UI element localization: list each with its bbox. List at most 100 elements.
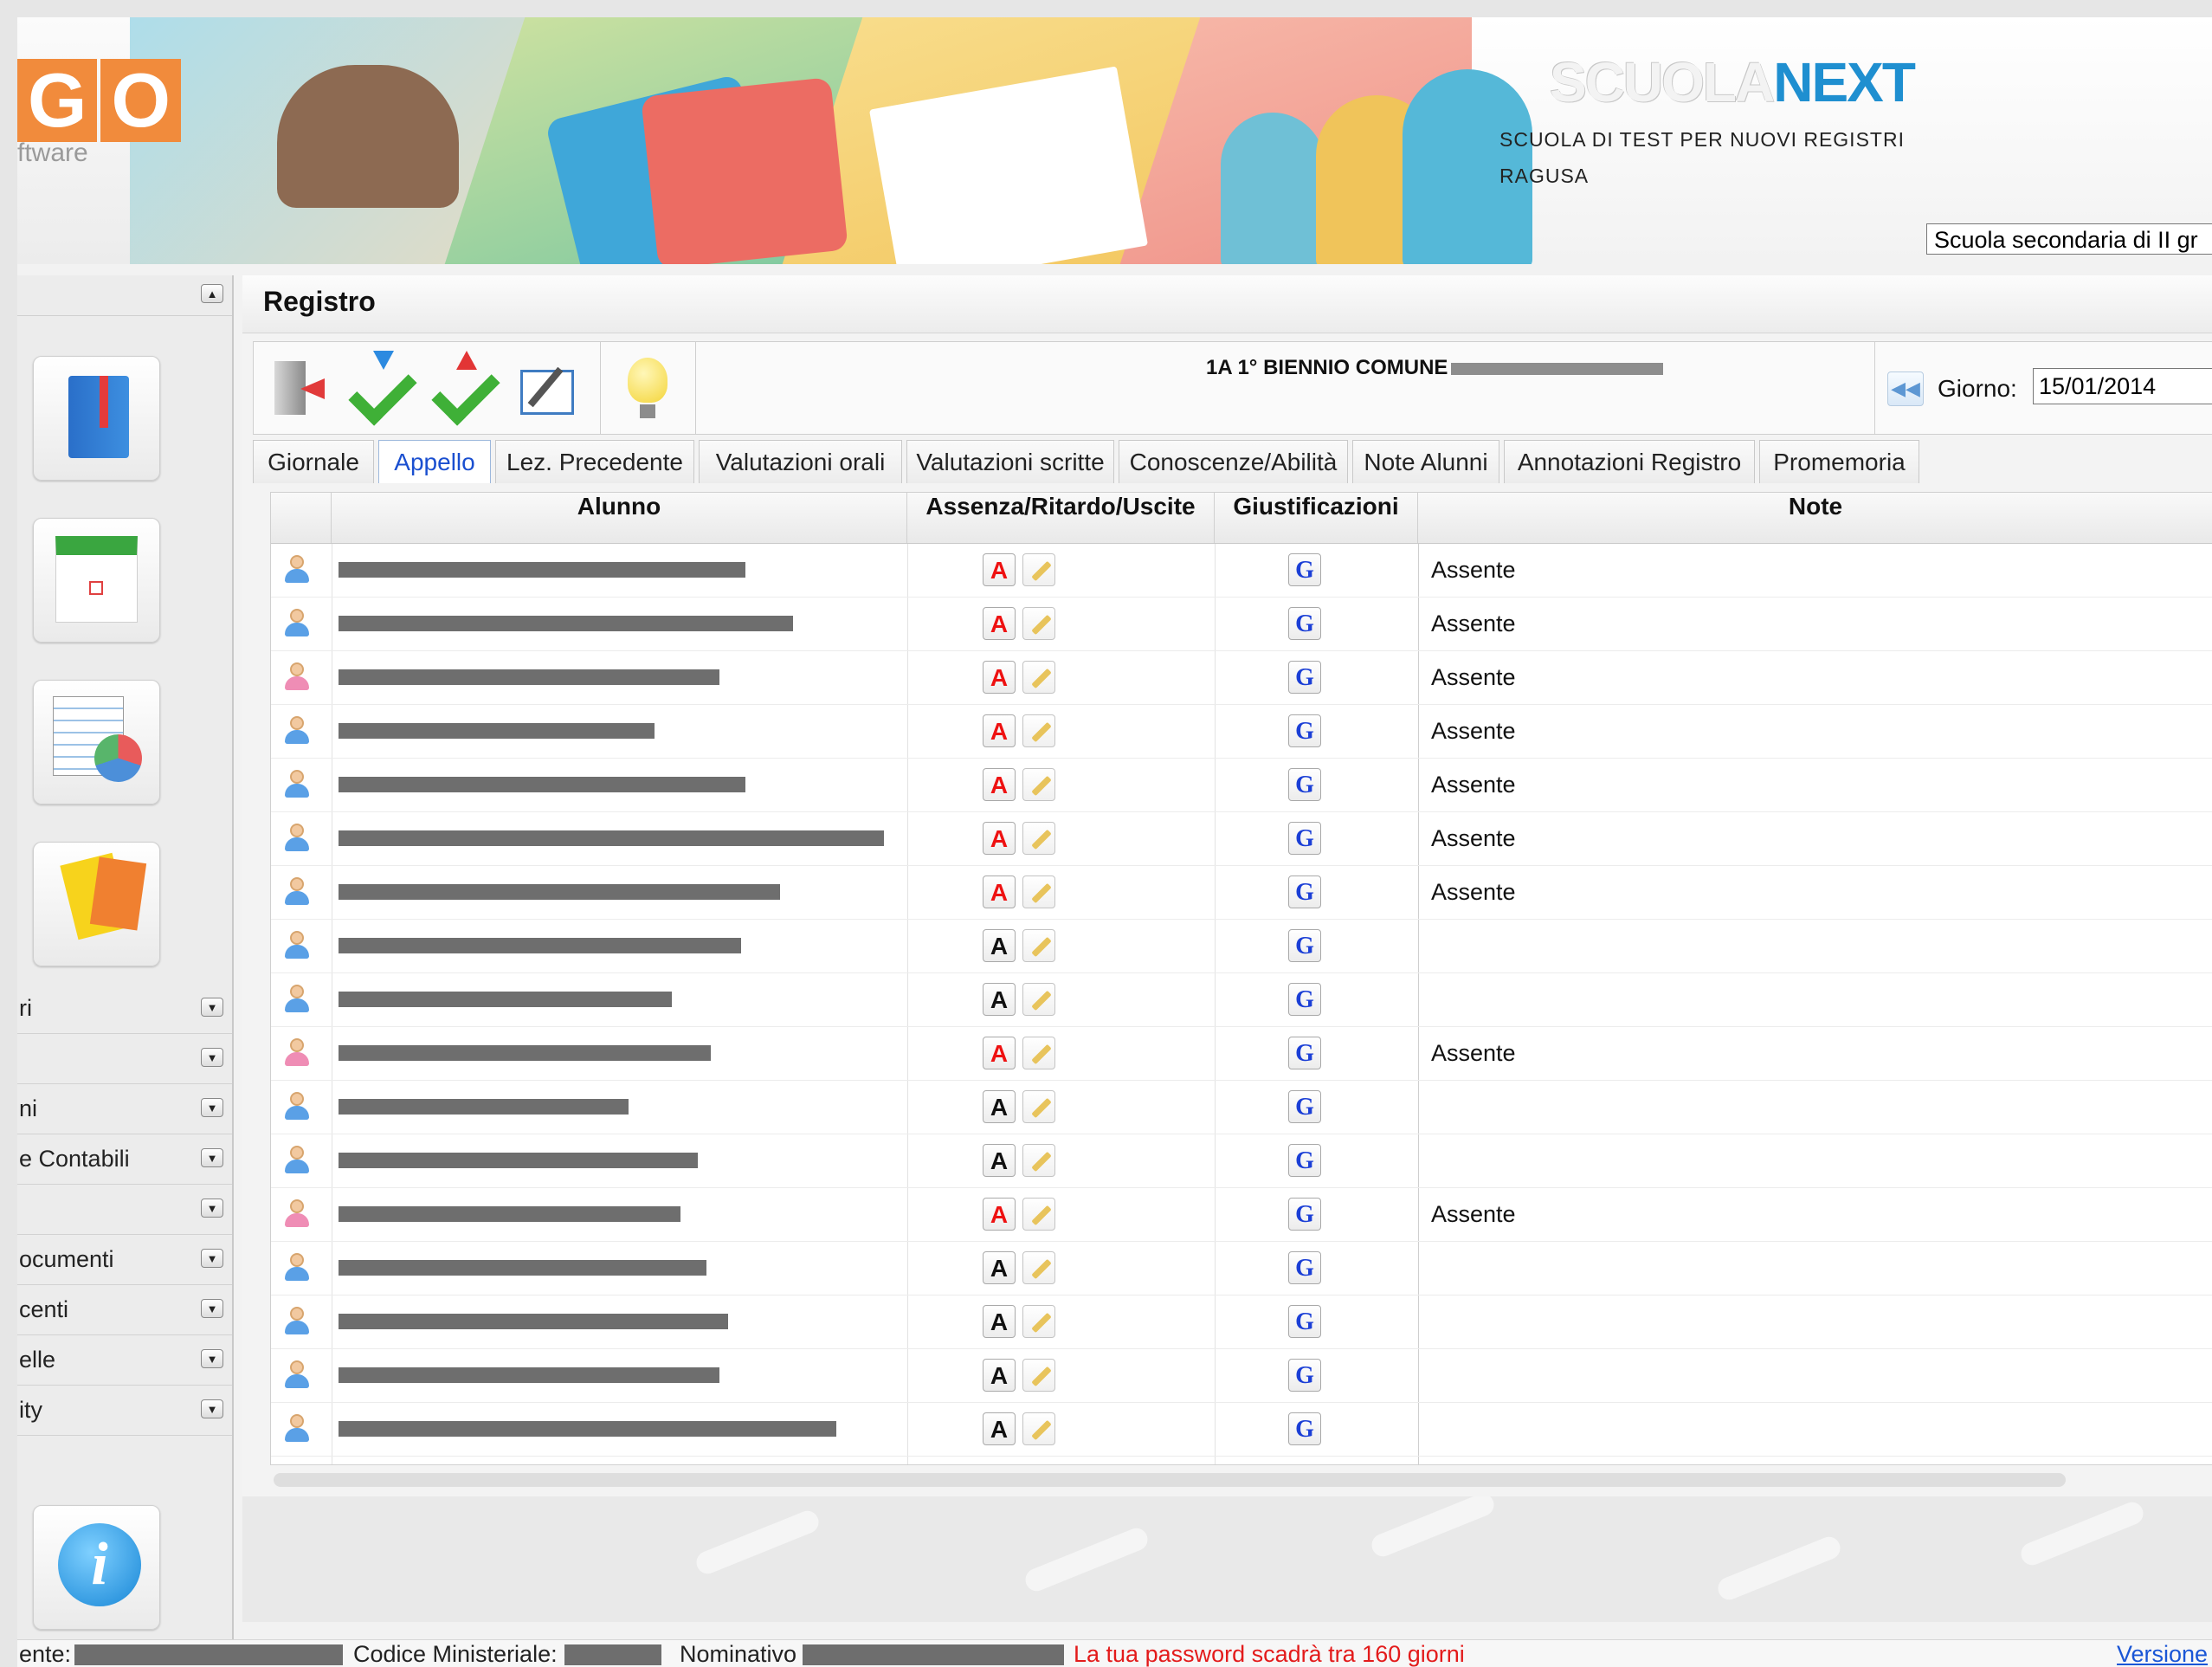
justify-button[interactable]: G: [1288, 661, 1321, 694]
absence-button[interactable]: A: [983, 1144, 1016, 1177]
justify-button[interactable]: G: [1288, 929, 1321, 962]
student-name-redacted[interactable]: [339, 1260, 706, 1276]
column-header-assenza[interactable]: Assenza/Ritardo/Uscite: [907, 493, 1215, 543]
chevron-down-icon[interactable]: ▼: [201, 1349, 223, 1368]
justify-button[interactable]: G: [1288, 983, 1321, 1016]
justify-button[interactable]: G: [1288, 822, 1321, 855]
pencil-icon[interactable]: [1022, 822, 1055, 855]
table-row[interactable]: A G Assente: [271, 650, 2212, 705]
launcher-calendario[interactable]: [33, 518, 160, 643]
table-row[interactable]: AG: [271, 1241, 2212, 1295]
student-name-redacted[interactable]: [339, 1045, 711, 1061]
justify-button[interactable]: G: [1288, 1144, 1321, 1177]
student-name-redacted[interactable]: [339, 1421, 836, 1437]
table-row[interactable]: AG: [271, 1134, 2212, 1188]
justify-button[interactable]: G: [1288, 768, 1321, 801]
tab-annotazioni-registro[interactable]: Annotazioni Registro: [1504, 440, 1755, 483]
sidebar-menu-item[interactable]: ri ▼: [17, 983, 232, 1034]
student-name-redacted[interactable]: [339, 1153, 698, 1168]
justify-button[interactable]: G: [1288, 1412, 1321, 1445]
tab-promemoria[interactable]: Promemoria: [1759, 440, 1919, 483]
column-header-giustificazioni[interactable]: Giustificazioni: [1215, 493, 1418, 543]
student-name-redacted[interactable]: [339, 723, 655, 739]
justify-button[interactable]: G: [1288, 1359, 1321, 1392]
chevron-down-icon[interactable]: ▼: [201, 1048, 223, 1067]
table-row[interactable]: A G Assente: [271, 543, 2212, 598]
pencil-icon[interactable]: [1022, 607, 1055, 640]
pencil-icon[interactable]: [1022, 1144, 1055, 1177]
student-name-redacted[interactable]: [339, 562, 745, 578]
table-row[interactable]: AG: [271, 1402, 2212, 1457]
absence-button[interactable]: A: [983, 1198, 1016, 1231]
table-row[interactable]: A G Assente: [271, 1026, 2212, 1081]
student-name-redacted[interactable]: [339, 669, 719, 685]
table-row[interactable]: AG: [271, 972, 2212, 1027]
table-row[interactable]: A G Assente: [271, 811, 2212, 866]
table-row[interactable]: AG: [271, 1080, 2212, 1134]
launcher-scrutini[interactable]: [33, 680, 160, 804]
pencil-icon[interactable]: [1022, 1037, 1055, 1069]
school-type-select[interactable]: Scuola secondaria di II gr: [1926, 223, 2212, 255]
launcher-registro[interactable]: [33, 356, 160, 481]
chevron-down-icon[interactable]: ▼: [201, 1148, 223, 1167]
launcher-disciplina[interactable]: [33, 842, 160, 966]
justify-button[interactable]: G: [1288, 714, 1321, 747]
table-row[interactable]: AG: [271, 919, 2212, 973]
tab-giornale[interactable]: Giornale: [253, 440, 374, 483]
student-name-redacted[interactable]: [339, 992, 672, 1007]
absence-button[interactable]: A: [983, 1359, 1016, 1392]
absence-button[interactable]: A: [983, 822, 1016, 855]
column-header-note[interactable]: Note: [1418, 493, 2212, 543]
chevron-down-icon[interactable]: ▼: [201, 1299, 223, 1318]
absence-button[interactable]: A: [983, 1090, 1016, 1123]
sidebar-menu-item[interactable]: ity ▼: [17, 1385, 232, 1436]
pencil-icon[interactable]: [1022, 1412, 1055, 1445]
justify-button[interactable]: G: [1288, 607, 1321, 640]
edit-button[interactable]: [506, 349, 584, 427]
tab-conoscenze-abilita[interactable]: Conoscenze/Abilità: [1119, 440, 1348, 483]
absence-button[interactable]: A: [983, 1037, 1016, 1069]
table-row[interactable]: AG: [271, 1295, 2212, 1349]
pencil-icon[interactable]: [1022, 768, 1055, 801]
student-name-redacted[interactable]: [339, 1314, 728, 1329]
pencil-icon[interactable]: [1022, 1198, 1055, 1231]
chevron-down-icon[interactable]: ▼: [201, 1249, 223, 1268]
tab-appello[interactable]: Appello: [378, 440, 491, 483]
table-row[interactable]: AG: [271, 1456, 2212, 1464]
absence-button[interactable]: A: [983, 875, 1016, 908]
collapse-button[interactable]: ▲: [201, 284, 223, 303]
absence-button[interactable]: A: [983, 553, 1016, 586]
absence-button[interactable]: A: [983, 929, 1016, 962]
tab-note-alunni[interactable]: Note Alunni: [1352, 440, 1499, 483]
sidebar-menu-item[interactable]: ▼: [17, 1033, 232, 1084]
previous-day-button[interactable]: ◀◀: [1887, 372, 1924, 406]
sidebar-menu-item[interactable]: ocumenti ▼: [17, 1234, 232, 1285]
absence-button[interactable]: A: [983, 607, 1016, 640]
sidebar-menu-item[interactable]: ni ▼: [17, 1083, 232, 1134]
absence-button[interactable]: A: [983, 768, 1016, 801]
exit-button[interactable]: [259, 349, 337, 427]
table-row[interactable]: A G Assente: [271, 704, 2212, 759]
student-name-redacted[interactable]: [339, 777, 745, 792]
student-name-redacted[interactable]: [339, 884, 780, 900]
all-absent-button[interactable]: [423, 349, 501, 427]
justify-button[interactable]: G: [1288, 875, 1321, 908]
student-name-redacted[interactable]: [339, 1099, 629, 1115]
justify-button[interactable]: G: [1288, 1090, 1321, 1123]
pencil-icon[interactable]: [1022, 983, 1055, 1016]
pencil-icon[interactable]: [1022, 929, 1055, 962]
chevron-down-icon[interactable]: ▼: [201, 1399, 223, 1418]
pencil-icon[interactable]: [1022, 714, 1055, 747]
absence-button[interactable]: A: [983, 1251, 1016, 1284]
pencil-icon[interactable]: [1022, 1359, 1055, 1392]
launcher-info[interactable]: i: [33, 1505, 160, 1630]
date-input[interactable]: 15/01/2014: [2033, 368, 2212, 404]
column-header-alunno[interactable]: Alunno: [332, 493, 907, 543]
sidebar-menu-item[interactable]: elle ▼: [17, 1334, 232, 1386]
horizontal-scrollbar[interactable]: [274, 1473, 2066, 1487]
tips-button[interactable]: [607, 349, 685, 427]
student-name-redacted[interactable]: [339, 1206, 680, 1222]
tab-lez-precedente[interactable]: Lez. Precedente: [495, 440, 694, 483]
table-row[interactable]: AG: [271, 1348, 2212, 1403]
justify-button[interactable]: G: [1288, 1305, 1321, 1338]
